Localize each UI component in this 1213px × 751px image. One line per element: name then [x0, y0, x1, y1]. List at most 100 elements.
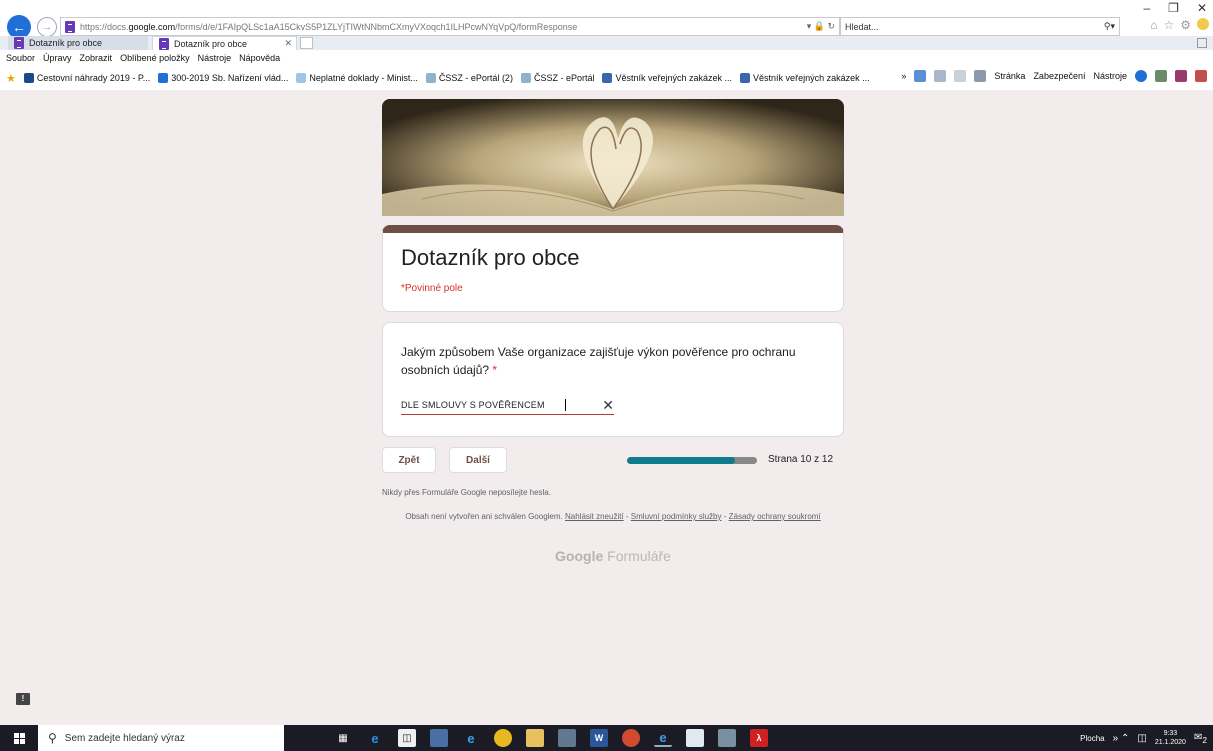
help-icon[interactable] — [1135, 70, 1147, 82]
form-page: Dotazník pro obce *Povinné pole Jakým zp… — [0, 90, 1213, 725]
internet-explorer-active-icon[interactable]: e — [654, 729, 672, 747]
favorite-link[interactable]: Cestovní náhrady 2019 - P... — [23, 73, 150, 83]
favorites-add-icon[interactable]: ★ — [6, 72, 16, 85]
word-icon[interactable]: W — [590, 729, 608, 747]
z-icon — [158, 73, 169, 83]
report-abuse-link[interactable]: Nahlásit zneužití — [565, 512, 624, 521]
menu-help[interactable]: Nápověda — [239, 53, 280, 63]
desktop-label[interactable]: Plocha — [1080, 734, 1104, 743]
addon-icon[interactable] — [1175, 70, 1187, 82]
favorite-link[interactable]: 300-2019 Sb. Nařízení vlád... — [158, 73, 288, 83]
favorite-link[interactable]: ČSSZ - ePortál (2) — [425, 73, 513, 83]
taskbar-search[interactable]: ⚲ Sem zadejte hledaný výraz — [38, 725, 284, 751]
calculator-icon[interactable] — [430, 729, 448, 747]
mail-icon[interactable] — [954, 70, 967, 82]
menu-favorites[interactable]: Oblíbené položky — [120, 53, 190, 63]
back-button[interactable]: Zpět — [382, 447, 436, 473]
print-icon[interactable] — [974, 70, 987, 82]
question-card: Jakým způsobem Vaše organizace zajišťuje… — [382, 322, 844, 437]
notification-count: 2 — [1202, 734, 1207, 745]
question-label: Jakým způsobem Vaše organizace zajišťuje… — [401, 343, 821, 379]
taskbar-apps: ▦ e ◫ e W e λ — [334, 729, 768, 747]
clock-time: 9:33 — [1163, 730, 1178, 737]
tab-inactive[interactable]: Dotazník pro obce — [8, 36, 148, 50]
menu-tools[interactable]: Nástroje — [198, 53, 232, 63]
tools-menu[interactable]: Nástroje — [1093, 71, 1127, 81]
title-bar: ← → https://docs.google.com/forms/d/e/1F… — [0, 0, 1213, 39]
home-icon[interactable] — [914, 70, 927, 82]
favorite-link[interactable]: Neplatné doklady - Minist... — [296, 73, 418, 83]
menu-view[interactable]: Zobrazit — [80, 53, 113, 63]
tab-list-icon[interactable] — [1197, 38, 1207, 48]
clock[interactable]: 9:33 21.1.2020 — [1155, 729, 1186, 747]
command-bar: » Stránka Zabezpečení Nástroje — [895, 70, 1207, 82]
paint-icon[interactable] — [622, 729, 640, 747]
close-icon[interactable]: ✕ — [1197, 1, 1207, 15]
book-heart-illustration — [382, 99, 844, 216]
report-problem-icon[interactable]: ! — [16, 693, 30, 705]
url-prefix: https://docs. — [80, 21, 129, 32]
cssz-icon — [425, 73, 436, 83]
windows-taskbar: ⚲ Sem zadejte hledaný výraz ▦ e ◫ e W e … — [0, 725, 1213, 751]
restore-icon[interactable]: ❐ — [1168, 1, 1179, 15]
new-tab-button[interactable] — [300, 37, 313, 49]
terms-link[interactable]: Smluvní podmínky služby — [631, 512, 722, 521]
favorite-label: Neplatné doklady - Minist... — [309, 73, 418, 83]
minimize-icon[interactable]: – — [1143, 1, 1150, 15]
privacy-link[interactable]: Zásady ochrany soukromí — [729, 512, 821, 521]
url-text[interactable]: https://docs.google.com/forms/d/e/1FAIpQ… — [80, 22, 789, 32]
form-title: Dotazník pro obce — [401, 245, 580, 270]
security-menu[interactable]: Zabezpečení — [1033, 71, 1085, 81]
google-forms-logo[interactable]: Google Formuláře — [382, 548, 844, 564]
vestnik-icon — [602, 73, 613, 83]
chrome-icon[interactable] — [494, 729, 512, 747]
feeds-icon[interactable] — [934, 70, 947, 82]
required-asterisk: * — [492, 363, 498, 377]
start-button[interactable] — [0, 725, 38, 751]
answer-value[interactable]: DLE SMLOUVY S POVĚŘENCEM — [401, 400, 545, 410]
chart-app-icon[interactable] — [686, 729, 704, 747]
store-icon[interactable]: ◫ — [398, 729, 416, 747]
favorite-label: 300-2019 Sb. Nařízení vlád... — [171, 73, 289, 83]
explorer-icon[interactable] — [526, 729, 544, 747]
favorite-link[interactable]: ČSSZ - ePortál — [520, 73, 595, 83]
feedback-smiley-icon[interactable] — [1197, 18, 1209, 30]
settings-gear-icon[interactable]: ⚙ — [1180, 18, 1191, 32]
notifications-icon[interactable]: ✉2 — [1194, 732, 1207, 745]
favorite-link[interactable]: Věstník veřejných zakázek ... — [740, 73, 870, 83]
page-menu[interactable]: Stránka — [994, 71, 1025, 81]
more-chevron-icon[interactable]: » — [901, 71, 906, 81]
forms-favicon-icon — [159, 37, 169, 50]
forward-arrow-icon[interactable]: → — [37, 17, 57, 37]
menu-file[interactable]: Soubor — [6, 53, 35, 63]
menu-edit[interactable]: Úpravy — [43, 53, 72, 63]
acrobat-icon[interactable]: λ — [750, 729, 768, 747]
clock-date: 21.1.2020 — [1154, 739, 1186, 746]
progress-bar — [627, 457, 757, 464]
network-app-icon[interactable] — [558, 729, 576, 747]
answer-input[interactable]: DLE SMLOUVY S POVĚŘENCEM ✕ — [401, 397, 614, 415]
favorite-label: ČSSZ - ePortál — [533, 73, 595, 83]
tab-label: Dotazník pro obce — [29, 38, 103, 48]
edge-icon[interactable]: e — [366, 729, 384, 747]
addon-icon[interactable] — [1195, 70, 1207, 82]
network-icon[interactable]: ◫ — [1137, 733, 1146, 744]
home-icon[interactable]: ⌂ — [1150, 18, 1157, 32]
search-icon: ⚲ — [48, 731, 57, 745]
tab-close-icon[interactable]: ✕ — [284, 38, 292, 49]
search-icon[interactable]: ⚲▾ — [1104, 21, 1115, 32]
favorite-link[interactable]: Věstník veřejných zakázek ... — [602, 73, 732, 83]
next-button[interactable]: Další — [449, 447, 507, 473]
tray-chevron-icon[interactable]: » ⌃ — [1113, 733, 1130, 744]
address-bar-icons[interactable]: ▾ 🔒 ↻ — [789, 21, 839, 32]
internet-explorer-icon[interactable]: e — [462, 729, 480, 747]
extension-icon[interactable] — [1155, 70, 1167, 82]
favorites-star-icon[interactable]: ☆ — [1163, 18, 1174, 32]
network-app-icon[interactable] — [718, 729, 736, 747]
task-view-icon[interactable]: ▦ — [334, 729, 352, 747]
address-bar[interactable]: https://docs.google.com/forms/d/e/1FAIpQ… — [60, 17, 840, 36]
tab-active[interactable]: Dotazník pro obce ✕ — [152, 36, 297, 50]
clear-icon[interactable]: ✕ — [602, 397, 614, 414]
browser-chrome: ← → https://docs.google.com/forms/d/e/1F… — [0, 0, 1213, 90]
browser-search-box[interactable]: Hledat... ⚲▾ — [840, 17, 1120, 36]
